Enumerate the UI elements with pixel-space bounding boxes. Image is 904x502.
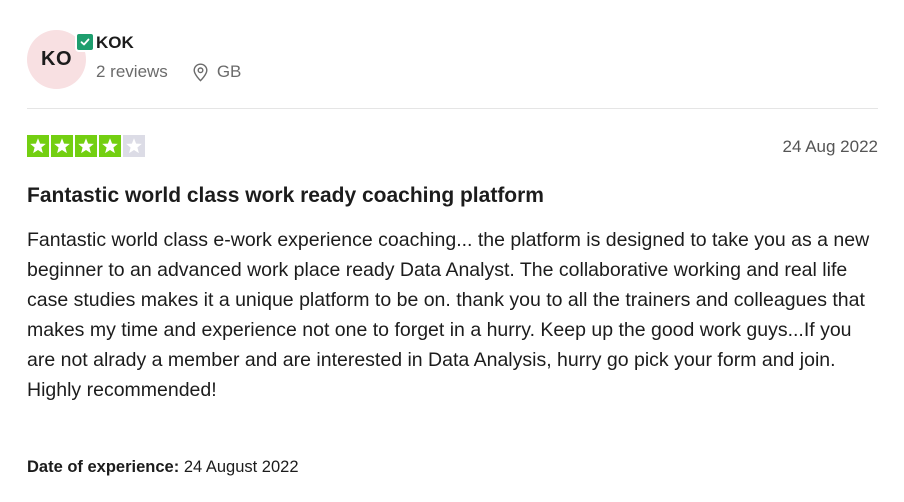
- review-card: KO KOK 2 reviews GB 24 Aug 2022 Fantasti…: [27, 0, 878, 502]
- review-body: Fantastic world class e-work experience …: [27, 229, 870, 402]
- avatar-initials: KO: [41, 48, 72, 70]
- star-filled-icon: [27, 135, 49, 157]
- date-of-experience: Date of experience: 24 August 2022: [27, 458, 299, 477]
- experience-label: Date of experience:: [27, 458, 180, 476]
- review-count: 2 reviews: [96, 62, 168, 81]
- reviewer-country: GB: [216, 62, 242, 81]
- reviewer-name[interactable]: KOK: [96, 33, 134, 53]
- star-filled-icon: [99, 135, 121, 157]
- review-title[interactable]: Fantastic world class work ready coachin…: [27, 184, 544, 208]
- divider: [27, 108, 878, 109]
- star-filled-icon: [51, 135, 73, 157]
- star-empty-icon: [123, 135, 145, 157]
- experience-date: 24 August 2022: [183, 458, 299, 476]
- avatar[interactable]: KO: [27, 30, 95, 89]
- star-rating: [27, 135, 145, 157]
- reviewer-meta: 2 reviews GB: [96, 62, 241, 82]
- check-badge-icon: [75, 32, 95, 52]
- reviewer-header: KO KOK 2 reviews GB: [27, 28, 878, 92]
- star-filled-icon: [75, 135, 97, 157]
- location-pin-icon: [192, 62, 209, 82]
- review-date: 24 Aug 2022: [782, 137, 878, 156]
